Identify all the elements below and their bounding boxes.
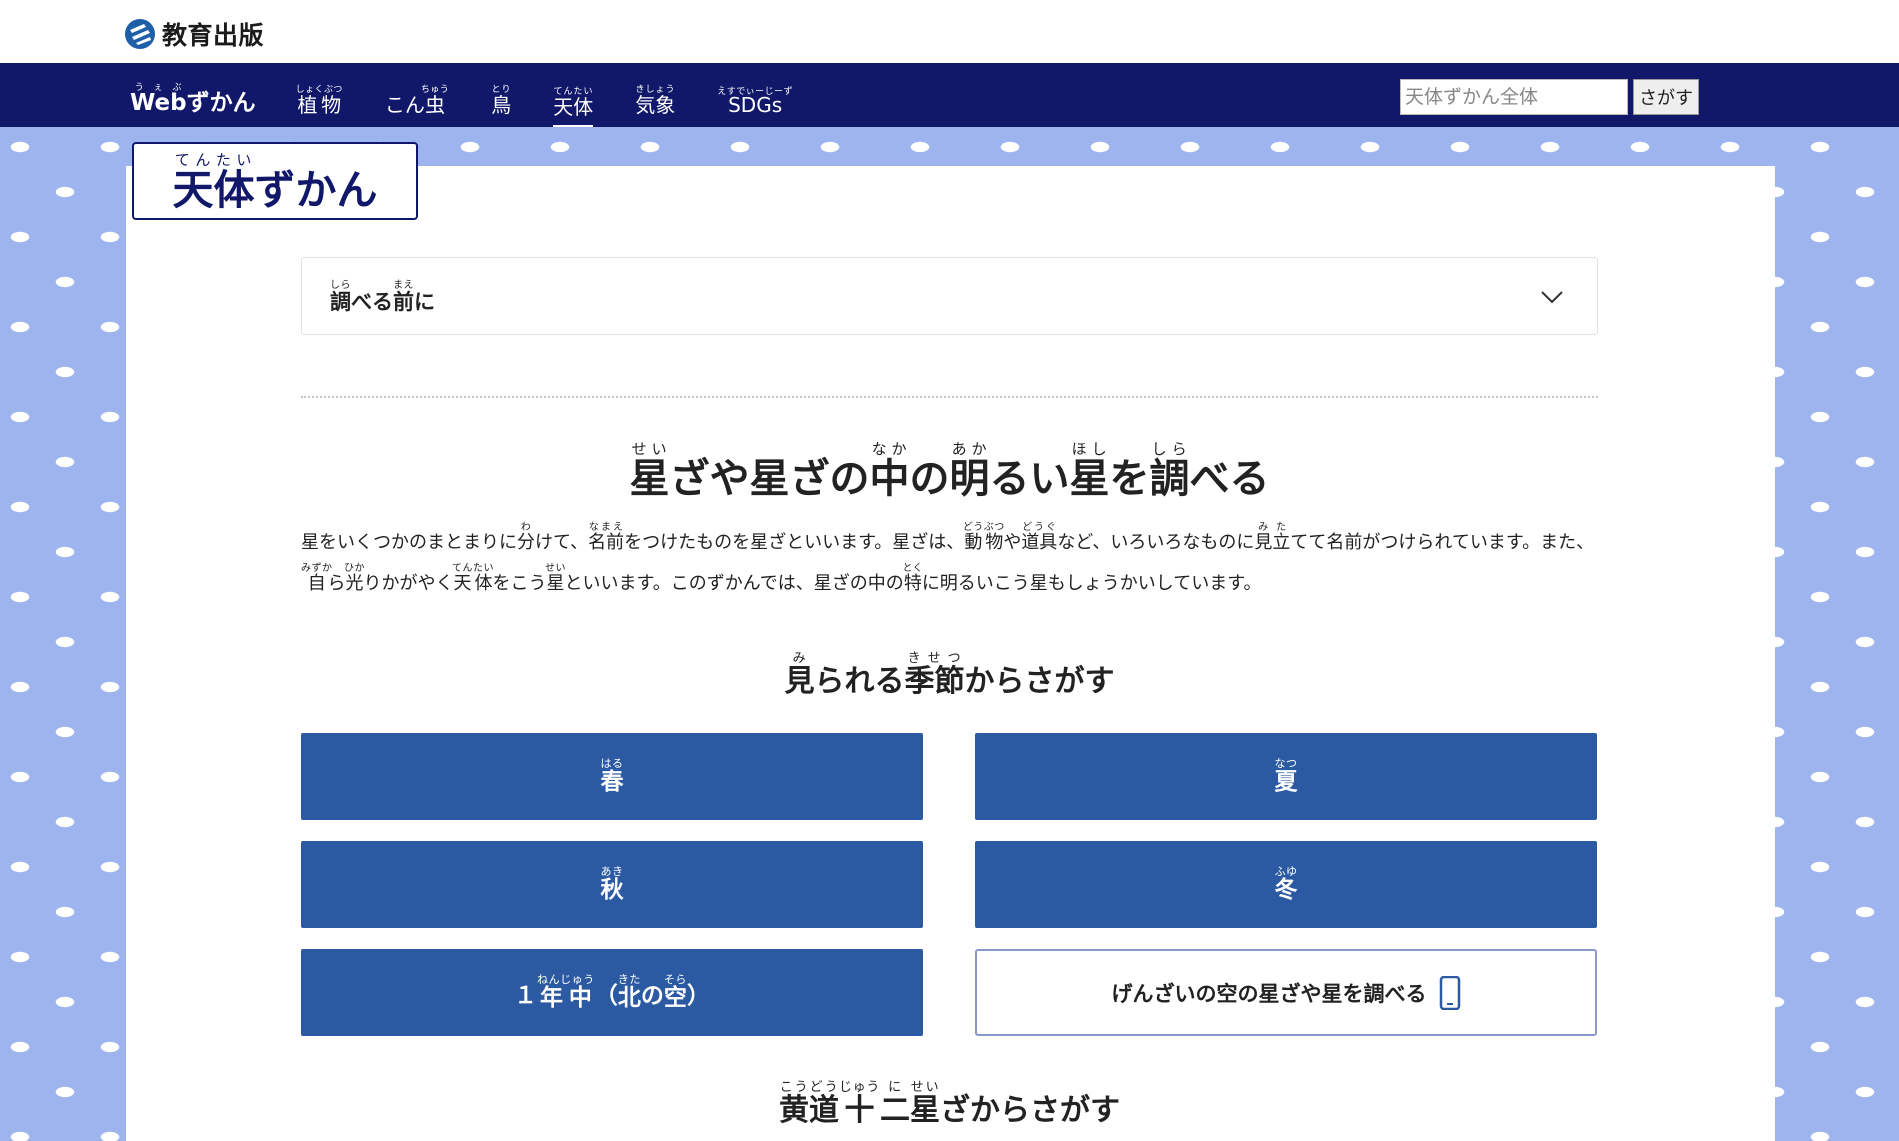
season-button-year-round-north[interactable]: １ 年中ねんじゅう（北きたの空そら） [301, 949, 923, 1036]
season-button-autumn[interactable]: 秋あき [301, 841, 923, 928]
page-title-box: 天体てんたいずかん [132, 142, 418, 220]
nav-item-insects[interactable]: こん虫ちゅう [385, 85, 449, 127]
brand-logo-link[interactable]: 教育出版 [124, 16, 264, 52]
brand-logo-icon [125, 19, 155, 49]
nav-item-weather[interactable]: 気象きしょう [635, 85, 675, 127]
chevron-down-icon [1541, 291, 1563, 304]
nav-item-astronomy[interactable]: 天体てんたい [553, 87, 594, 127]
intro-paragraph: 星をいくつかのまとまりに分わけて、名前なまえをつけたものを星ざといいます。星ざは… [301, 522, 1595, 594]
search-input[interactable] [1400, 79, 1628, 115]
accordion-label: 調しらべる前まえに [330, 280, 435, 314]
nav-item-plants[interactable]: 植物しょくぶつ [296, 85, 343, 127]
before-research-accordion[interactable]: 調しらべる前まえに [301, 257, 1598, 335]
nav-item-birds[interactable]: 鳥とり [491, 85, 511, 127]
season-button-winter[interactable]: 冬ふゆ [975, 841, 1597, 928]
nav-item-webzukan[interactable]: Webうぇぶずかん [130, 83, 256, 127]
brand-name: 教育出版 [162, 21, 265, 50]
section-divider [301, 396, 1598, 398]
season-button-spring[interactable]: 春はる [301, 733, 923, 820]
page-title: 天体てんたいずかん [172, 151, 378, 214]
season-section-heading: 見みられる季節きせつからさがす [784, 651, 1115, 699]
nav-item-sdgs[interactable]: SDGsえすでぃーじーず [717, 87, 793, 127]
search-button[interactable]: さがす [1633, 79, 1699, 115]
zodiac-section-heading: 黄道こうどう十じゅう二に星せいざからさがす [779, 1080, 1120, 1128]
brand-bar: 教育出版 [0, 0, 1899, 63]
current-sky-button[interactable]: げんざいの空の星ざや星を調べる [975, 949, 1597, 1036]
current-sky-button-label: げんざいの空の星ざや星を調べる [1111, 981, 1427, 1006]
smartphone-icon [1439, 975, 1460, 1010]
main-nav: Webうぇぶずかん 植物しょくぶつ こん虫ちゅう 鳥とり 天体てんたい 気象きし… [0, 63, 1899, 127]
season-button-summer[interactable]: 夏なつ [975, 733, 1597, 820]
main-heading: 星せいざや星ざの中なかの明あかるい星ほしを調しらべる [629, 440, 1270, 502]
